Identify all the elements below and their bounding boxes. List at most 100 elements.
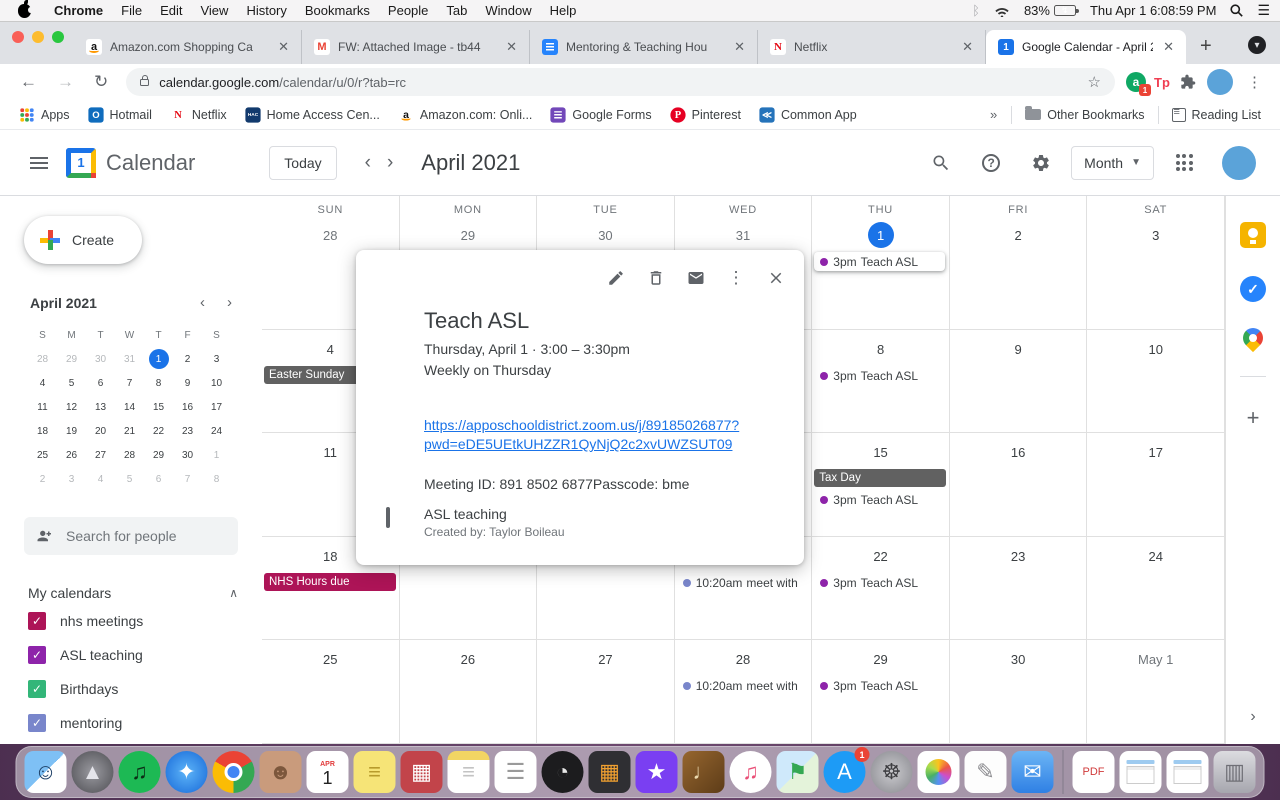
dock-icon-trash[interactable]: ▥: [1213, 751, 1256, 793]
dock-icon-textedit[interactable]: ✎: [964, 751, 1007, 793]
mini-date-2[interactable]: 2: [173, 347, 202, 371]
bluetooth-icon[interactable]: ᛒ: [972, 3, 980, 18]
hide-panel-chevron[interactable]: ›: [1250, 708, 1255, 726]
search-people-input[interactable]: Search for people: [24, 517, 238, 555]
main-menu-icon[interactable]: [30, 156, 48, 169]
dock-icon-calendar[interactable]: APR 1: [306, 751, 349, 793]
day-cell-1[interactable]: THU 1 3pm Teach ASL: [812, 196, 950, 330]
calendar-list-item[interactable]: ✓ mentoring: [28, 709, 238, 737]
dock-icon-dashboard[interactable]: ◔: [541, 751, 584, 793]
refresh-button[interactable]: ↻: [86, 72, 116, 92]
dock-icon-calculator[interactable]: ▦: [588, 751, 631, 793]
google-apps-grid-icon[interactable]: [1164, 143, 1204, 183]
mini-date-28[interactable]: 28: [28, 347, 57, 371]
menu-app-name[interactable]: Chrome: [45, 3, 112, 18]
mini-date-12[interactable]: 12: [57, 395, 86, 419]
mini-date-4[interactable]: 4: [28, 371, 57, 395]
tab-close-icon[interactable]: ✕: [276, 39, 291, 55]
edit-event-icon[interactable]: [600, 262, 632, 294]
dock-icon-system-preferences[interactable]: ☸: [870, 751, 913, 793]
menu-clock[interactable]: Thu Apr 1 6:08:59 PM: [1090, 3, 1216, 18]
maps-icon[interactable]: [1238, 323, 1268, 353]
event-item[interactable]: 3pm Teach ASL: [814, 366, 945, 385]
mini-date-21[interactable]: 21: [115, 419, 144, 443]
dock-icon-photos[interactable]: [917, 751, 960, 793]
bookmark-star-icon[interactable]: ☆: [1088, 73, 1101, 91]
tab-netflix[interactable]: N Netflix ✕: [758, 30, 986, 64]
forward-button[interactable]: →: [49, 72, 82, 92]
tab-close-icon[interactable]: ✕: [732, 39, 747, 55]
event-item[interactable]: 3pm Teach ASL: [814, 573, 945, 592]
tab-close-icon[interactable]: ✕: [1161, 39, 1176, 55]
mini-date-14[interactable]: 14: [115, 395, 144, 419]
mini-date-2[interactable]: 2: [28, 467, 57, 491]
dock-icon-reminders[interactable]: ☰: [494, 751, 537, 793]
mini-date-6[interactable]: 6: [144, 467, 173, 491]
event-item[interactable]: 3pm Teach ASL: [814, 252, 945, 271]
tab-amazon[interactable]: a Amazon.com Shopping Ca ✕: [74, 30, 302, 64]
account-avatar[interactable]: [1222, 145, 1256, 180]
dock-icon-chrome-window-1[interactable]: [1119, 751, 1162, 793]
zoom-window-button[interactable]: [52, 31, 64, 43]
mini-date-24[interactable]: 24: [202, 419, 231, 443]
mini-date-18[interactable]: 18: [28, 419, 57, 443]
mini-date-17[interactable]: 17: [202, 395, 231, 419]
mini-date-7[interactable]: 7: [115, 371, 144, 395]
menu-item-file[interactable]: File: [112, 3, 151, 18]
bookmark-outlook[interactable]: O Hotmail: [79, 106, 161, 123]
day-cell-15[interactable]: 15 Tax Day 3pm Teach ASL: [812, 433, 950, 537]
mini-date-30[interactable]: 30: [173, 443, 202, 467]
mini-date-28[interactable]: 28: [115, 443, 144, 467]
mini-date-25[interactable]: 25: [28, 443, 57, 467]
dock-icon-chrome[interactable]: [212, 751, 255, 793]
dock-icon-launchpad[interactable]: ▲: [71, 751, 114, 793]
mini-date-29[interactable]: 29: [57, 347, 86, 371]
bookmarks-overflow-chevron[interactable]: »: [980, 107, 1007, 122]
mini-date-29[interactable]: 29: [144, 443, 173, 467]
other-bookmarks-button[interactable]: Other Bookmarks: [1016, 106, 1153, 122]
extensions-puzzle-icon[interactable]: [1177, 71, 1199, 93]
mini-prev-button[interactable]: ‹: [200, 294, 205, 311]
mini-date-9[interactable]: 9: [173, 371, 202, 395]
email-guests-icon[interactable]: [680, 262, 712, 294]
dock-icon-garageband[interactable]: ♩: [682, 751, 725, 793]
mini-date-27[interactable]: 27: [86, 443, 115, 467]
calendar-checkbox[interactable]: ✓: [28, 680, 46, 698]
day-cell-May-1[interactable]: May 1: [1087, 640, 1225, 744]
calendar-list-item[interactable]: ✓ nhs meetings: [28, 607, 238, 635]
event-item[interactable]: 3pm Teach ASL: [814, 676, 945, 695]
tab-search-icon[interactable]: ▾: [1248, 36, 1266, 54]
event-chip[interactable]: NHS Hours due: [264, 573, 396, 591]
dock-icon-stickies[interactable]: ≡: [353, 751, 396, 793]
dock-icon-pdf-document[interactable]: PDF: [1072, 751, 1115, 793]
calendar-list-item[interactable]: ✓ ASL teaching: [28, 641, 238, 669]
calendar-checkbox[interactable]: ✓: [28, 612, 46, 630]
day-cell-25[interactable]: 25: [262, 640, 400, 744]
mini-date-10[interactable]: 10: [202, 371, 231, 395]
dock-icon-photo-booth[interactable]: ▦: [400, 751, 443, 793]
day-cell-17[interactable]: 17: [1087, 433, 1225, 537]
menu-item-help[interactable]: Help: [541, 3, 586, 18]
mini-date-30[interactable]: 30: [86, 347, 115, 371]
tab-gcal[interactable]: 1 Google Calendar - April 20 ✕: [986, 30, 1186, 64]
calendar-list-item[interactable]: Reminders: [28, 743, 238, 744]
event-item[interactable]: 10:20am meet with: [677, 573, 808, 592]
mini-date-5[interactable]: 5: [57, 371, 86, 395]
mini-date-3[interactable]: 3: [57, 467, 86, 491]
tab-close-icon[interactable]: ✕: [960, 39, 975, 55]
dock-icon-finder[interactable]: ☺: [24, 751, 67, 793]
bookmark-pinterest[interactable]: P Pinterest: [661, 106, 750, 123]
mini-date-1[interactable]: 1: [202, 443, 231, 467]
extension-tp-icon[interactable]: Tp: [1151, 71, 1173, 93]
bookmark-apps[interactable]: Apps: [10, 107, 79, 123]
view-selector[interactable]: Month ▼: [1071, 145, 1154, 180]
dock-icon-safari[interactable]: ✦: [165, 751, 208, 793]
mini-date-1[interactable]: 1: [144, 347, 173, 371]
dock-icon-itunes[interactable]: ♫: [729, 751, 772, 793]
event-chip[interactable]: Tax Day: [814, 469, 946, 487]
delete-event-icon[interactable]: [640, 262, 672, 294]
dock-icon-maps[interactable]: ⚑: [776, 751, 819, 793]
new-tab-button[interactable]: +: [1186, 35, 1226, 64]
mini-date-6[interactable]: 6: [86, 371, 115, 395]
menu-item-people[interactable]: People: [379, 3, 437, 18]
